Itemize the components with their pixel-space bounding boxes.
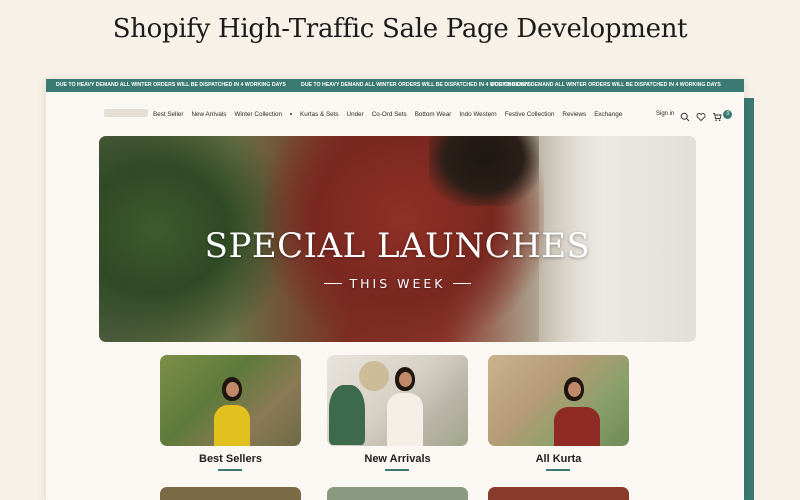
category-card-partial[interactable] [160, 487, 301, 500]
hero-banner[interactable]: SPECIAL LAUNCHES THIS WEEK [99, 136, 696, 342]
model-face [568, 382, 581, 397]
nav-item-best-seller[interactable]: Best Seller [153, 111, 183, 118]
ticker-message: DUE TO HEAVY DEMAND ALL WINTER ORDERS WI… [491, 82, 721, 88]
nav-item-exchange[interactable]: Exchange [594, 111, 622, 118]
search-icon[interactable] [680, 109, 690, 122]
model-outfit [387, 393, 423, 446]
category-card-partial[interactable] [327, 487, 468, 500]
side-accent-bar [744, 98, 754, 500]
category-label-best-sellers[interactable]: Best Sellers [160, 453, 301, 465]
category-card-all-kurta[interactable] [488, 355, 629, 446]
hero-subtitle-row: THIS WEEK [99, 275, 696, 291]
nav-item-kurtas-sets[interactable]: Kurtas & Sets [300, 111, 339, 118]
category-label-all-kurta[interactable]: All Kurta [488, 453, 629, 465]
nav-item-bottom-wear[interactable]: Bottom Wear [415, 111, 452, 118]
cart-icon[interactable] [712, 109, 722, 122]
hero-model-hair [429, 136, 539, 206]
hero-subtitle: THIS WEEK [349, 275, 446, 291]
sign-in-link[interactable]: Sign in [656, 111, 674, 117]
page-heading: Shopify High-Traffic Sale Page Developme… [112, 14, 688, 44]
nav-separator-dot [290, 113, 293, 115]
website-mockup: DUE TO HEAVY DEMAND ALL WINTER ORDERS WI… [46, 79, 744, 500]
navbar: Best Seller New Arrivals Winter Collecti… [46, 92, 744, 136]
decor-plant [329, 385, 365, 445]
hero-title: SPECIAL LAUNCHES [204, 226, 591, 266]
category-underline [218, 469, 242, 471]
nav-item-reviews[interactable]: Reviews [562, 111, 586, 118]
model-outfit [214, 405, 250, 446]
decor-mirror [359, 361, 389, 391]
category-underline [385, 469, 409, 471]
hero-divider-right [453, 282, 472, 284]
model-face [399, 372, 412, 387]
category-card-new-arrivals[interactable] [327, 355, 468, 446]
cart-count-badge: 0 [723, 109, 733, 119]
category-underline [546, 469, 570, 471]
category-card-partial[interactable] [488, 487, 629, 500]
category-card-best-sellers[interactable] [160, 355, 301, 446]
store-logo[interactable] [104, 109, 148, 117]
model-outfit [554, 407, 600, 446]
nav-item-co-ord-sets[interactable]: Co-Ord Sets [372, 111, 407, 118]
ticker-message: DUE TO HEAVY DEMAND ALL WINTER ORDERS WI… [56, 82, 286, 88]
hero-divider-left [323, 282, 342, 284]
nav-item-new-arrivals[interactable]: New Arrivals [191, 111, 226, 118]
nav-item-indo-western[interactable]: Indo Western [459, 111, 496, 118]
nav-menu: Best Seller New Arrivals Winter Collecti… [153, 107, 622, 121]
nav-item-festive-collection[interactable]: Festive Collection [505, 111, 555, 118]
announcement-ticker: DUE TO HEAVY DEMAND ALL WINTER ORDERS WI… [46, 79, 744, 92]
model-face [226, 382, 239, 397]
nav-item-under[interactable]: Under [347, 111, 364, 118]
nav-item-winter-collection[interactable]: Winter Collection [234, 111, 282, 118]
heart-icon[interactable] [696, 109, 706, 122]
category-label-new-arrivals[interactable]: New Arrivals [327, 453, 468, 465]
nav-actions: Sign in 0 [656, 107, 733, 122]
